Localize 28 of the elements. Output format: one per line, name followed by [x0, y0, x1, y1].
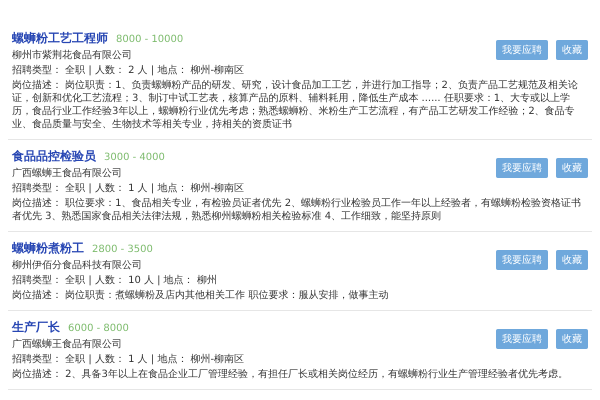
job-meta: 招聘类型： 全职 | 人数： 1 人 | 地点： 柳州-柳南区 [12, 182, 244, 195]
job-title[interactable]: 生产厂长 [12, 319, 60, 336]
job-title[interactable]: 螺蛳粉煮粉工 [12, 240, 84, 257]
company-name: 柳州市紫荆花食品有限公司 [12, 49, 133, 62]
job-description: 岗位描述： 职位要求：1、食品相关专业，有检验员证者优先 2、螺蛳粉行业检验员工作一年以上经验者，有螺蛳粉检验资格证书者优先 3、熟悉国家食品相关法律法规，熟悉柳州螺蛳粉相关检验标准 4、工作细致，能坚持原则 [12, 197, 582, 223]
job-meta: 招聘类型： 全职 | 人数： 10 人 | 地点： 柳州 [12, 274, 217, 287]
apply-button[interactable]: 我要应聘 [496, 329, 548, 349]
apply-button[interactable]: 我要应聘 [496, 250, 548, 270]
job-description: 岗位描述： 2、具备3年以上在食品企业工厂管理经验，有担任厂长或相关岗位经历，有螺蛳粉行业生产管理经验者优先考虑。 [12, 368, 569, 381]
job-description: 岗位描述： 岗位职责：1、负责螺蛳粉产品的研发、研究，设计食品加工工艺，并进行加工指导；2、负责产品工艺规范及相关论证，创新和优化工艺流程；3、制订中试工艺表，核算产品的原料、辅料耗用，降低生产成本 ...... 任职要求：1、大专或以上学历，食品行业工作经验3年以上，螺蛳粉行业优先考虑；熟悉螺蛳粉、米粉生产工艺流程，有产品工艺研发工作经验；2、食品专业、食品质量与安全、生物技术等相关专业，持相关的资质证书 [12, 79, 579, 131]
company-name: 柳州伊佰分食品科技有限公司 [12, 259, 143, 272]
salary-range: 2800 - 3500 [92, 244, 153, 255]
salary-range: 6000 - 8000 [68, 323, 129, 334]
job-title[interactable]: 食品品控检验员 [12, 148, 96, 165]
favorite-button[interactable]: 收藏 [556, 158, 588, 178]
job-meta: 招聘类型： 全职 | 人数： 2 人 | 地点： 柳州-柳南区 [12, 64, 244, 77]
favorite-button[interactable]: 收藏 [556, 250, 588, 270]
job-meta: 招聘类型： 全职 | 人数： 1 人 | 地点： 柳州-柳南区 [12, 353, 244, 366]
job-description: 岗位描述： 岗位职责：煮螺蛳粉及店内其他相关工作 职位要求：服从安排，做事主动 [12, 289, 390, 302]
company-name: 广西螺蛳王食品有限公司 [12, 338, 123, 351]
apply-button[interactable]: 我要应聘 [496, 158, 548, 178]
company-name: 广西螺蛳王食品有限公司 [12, 167, 123, 180]
salary-range: 8000 - 10000 [116, 34, 184, 45]
apply-button[interactable]: 我要应聘 [496, 40, 548, 60]
job-title[interactable]: 螺蛳粉工艺工程师 [12, 30, 108, 47]
favorite-button[interactable]: 收藏 [556, 329, 588, 349]
favorite-button[interactable]: 收藏 [556, 40, 588, 60]
salary-range: 3000 - 4000 [104, 152, 165, 163]
